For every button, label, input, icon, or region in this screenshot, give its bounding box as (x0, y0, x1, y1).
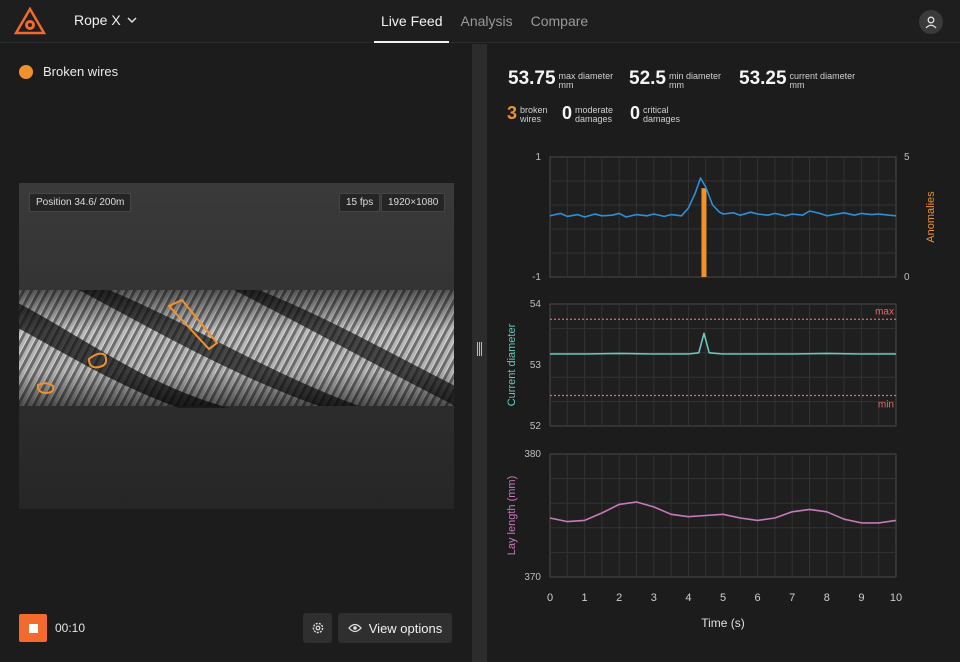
panel-splitter[interactable] (472, 44, 487, 662)
rope-image (19, 183, 454, 509)
defect-legend: Broken wires (19, 64, 118, 79)
x-tick-label: 8 (824, 592, 830, 604)
y2-tick-label: 5 (904, 152, 910, 163)
user-icon (925, 16, 937, 28)
x-tick-label: 3 (651, 592, 657, 604)
x-tick-label: 6 (755, 592, 761, 604)
threshold-label-min: min (878, 400, 894, 411)
y-tick-label: 54 (530, 299, 542, 310)
anomaly-bar (701, 188, 707, 277)
metrics-panel: 53.75 max diameter mm 52.5 min diameter mm… (487, 44, 960, 662)
x-tick-label: 9 (858, 592, 864, 604)
video-feed[interactable]: Position 34.6/ 200m 15 fps 1920×1080 (19, 183, 454, 509)
x-tick-label: 10 (890, 592, 902, 604)
y2-tick-label: 0 (904, 272, 910, 283)
gear-icon (312, 622, 323, 634)
app-logo-icon[interactable] (14, 7, 46, 35)
y2-axis-label: Anomalies (925, 191, 937, 243)
y-axis-label: Current diameter (506, 323, 518, 406)
top-bar: Rope X Live Feed Analysis Compare (0, 0, 960, 43)
x-tick-label: 4 (685, 592, 691, 604)
app-switcher[interactable]: Rope X (74, 12, 137, 28)
x-tick-label: 2 (616, 592, 622, 604)
eye-icon (347, 623, 362, 633)
settings-button[interactable] (303, 613, 332, 643)
legend-label: Broken wires (43, 64, 119, 79)
x-axis-label: Time (s) (701, 616, 745, 630)
y-tick-label: 370 (524, 572, 541, 583)
y-tick-label: 53 (530, 360, 542, 371)
tab-analysis[interactable]: Analysis (451, 0, 521, 43)
tab-compare[interactable]: Compare (522, 0, 598, 43)
recording-timer: 00:10 (55, 621, 86, 635)
stop-recording-button[interactable] (19, 614, 47, 642)
tab-live-feed[interactable]: Live Feed (372, 0, 451, 43)
app-name: Rope X (74, 12, 121, 28)
chevron-down-icon (127, 16, 137, 23)
view-options-label: View options (368, 620, 443, 636)
x-tick-label: 1 (582, 592, 588, 604)
x-tick-label: 0 (547, 592, 553, 604)
x-tick-label: 7 (789, 592, 795, 604)
y-axis-label: Lay length (mm) (506, 476, 518, 555)
x-tick-label: 5 (720, 592, 726, 604)
y-tick-label: -1 (532, 272, 541, 283)
threshold-label-max: max (875, 306, 894, 317)
fps-chip: 15 fps (339, 193, 381, 212)
view-options-button[interactable]: View options (338, 613, 452, 643)
main-tabs: Live Feed Analysis Compare (372, 0, 597, 43)
position-chip: Position 34.6/ 200m (29, 193, 132, 212)
user-button[interactable] (919, 10, 943, 34)
resolution-chip: 1920×1080 (381, 193, 446, 212)
legend-dot (19, 64, 33, 79)
drag-handle-icon (477, 342, 482, 356)
live-feed-panel: Broken wires Position 34.6/ 200m 15 fps … (0, 44, 472, 662)
stop-icon (28, 623, 38, 633)
y-tick-label: 1 (535, 152, 541, 163)
sensor-charts: 1-150Anomalies545352maxminCurrent diamet… (506, 152, 937, 630)
y-tick-label: 380 (524, 449, 541, 460)
y-tick-label: 52 (530, 421, 542, 432)
